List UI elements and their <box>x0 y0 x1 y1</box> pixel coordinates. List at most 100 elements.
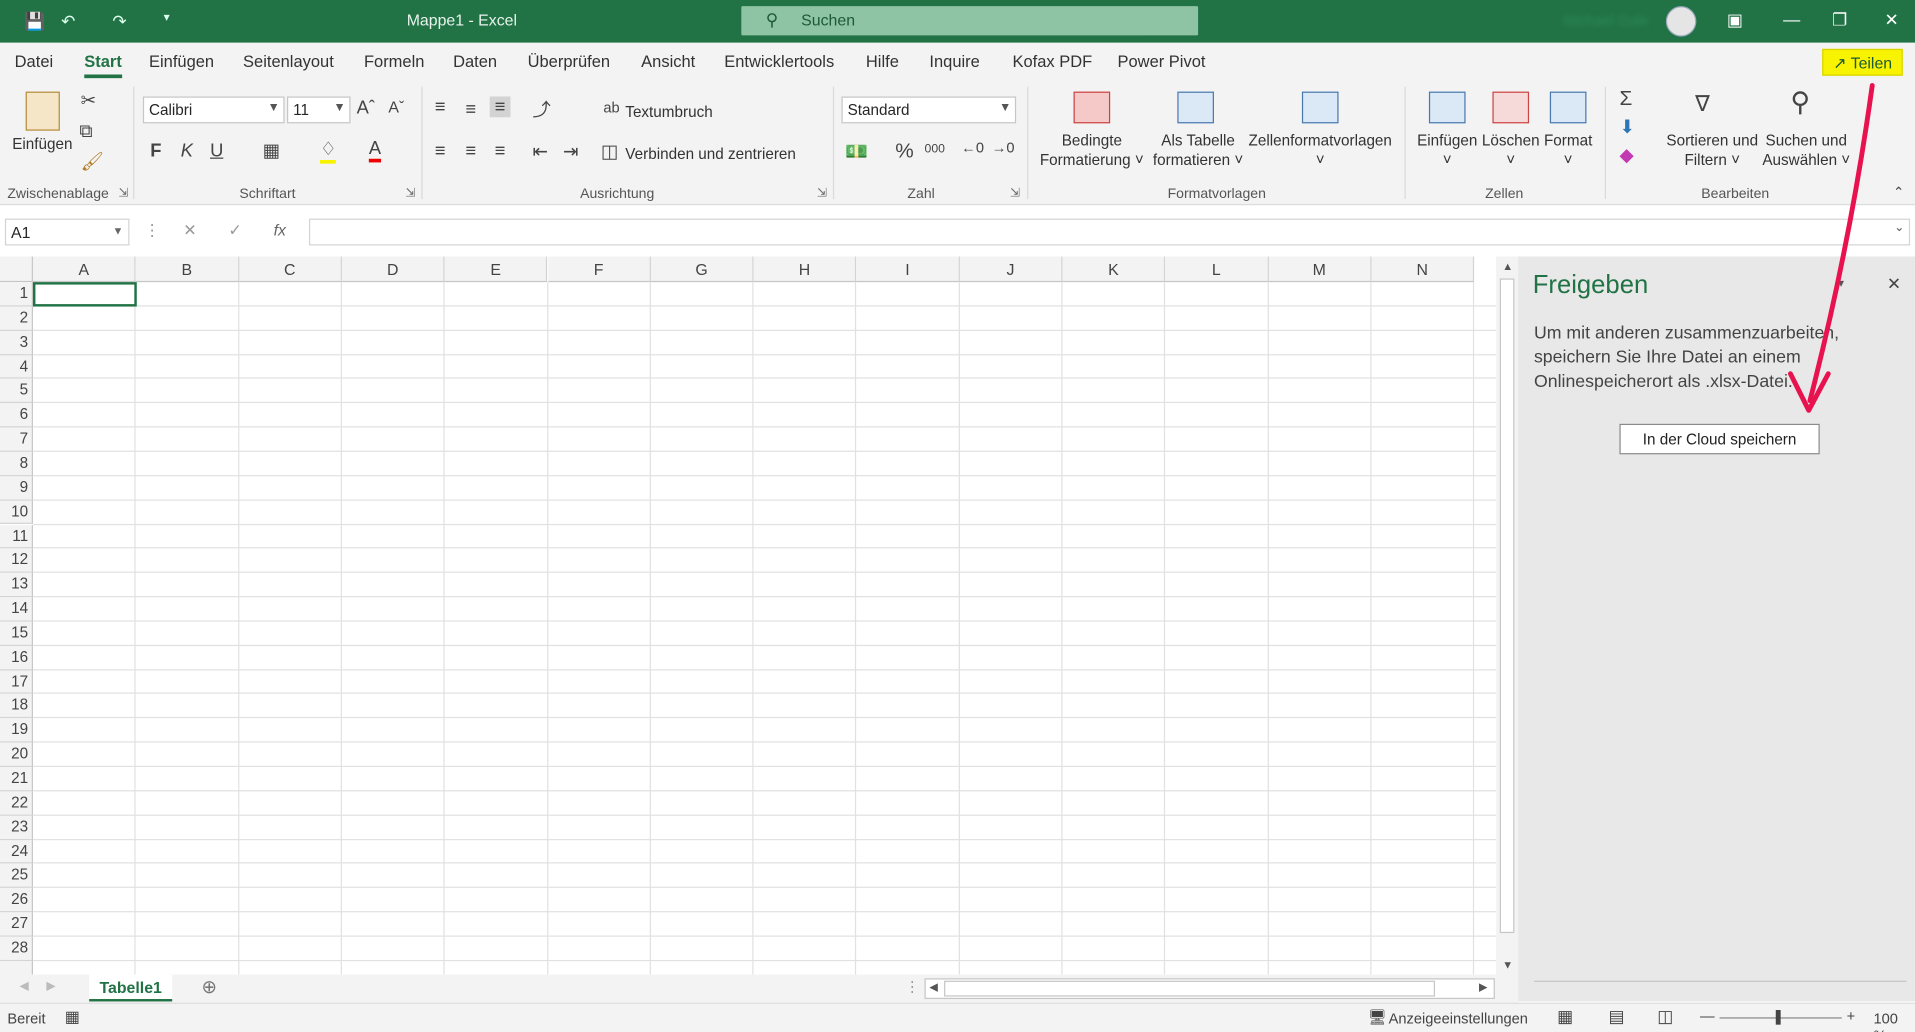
zoom-in-icon[interactable]: + <box>1847 1008 1856 1025</box>
column-header-e[interactable]: E <box>444 256 548 283</box>
fill-color-icon[interactable]: ♢ <box>319 138 337 164</box>
cut-icon[interactable]: ✂ <box>81 89 96 111</box>
scroll-left-icon[interactable]: ◀ <box>929 981 937 994</box>
tab-start[interactable]: Start <box>84 53 122 79</box>
align-right-icon[interactable]: ≡ <box>495 140 506 161</box>
customize-qat-icon[interactable]: ▾ <box>164 11 170 24</box>
row-header[interactable]: 1 <box>0 282 33 307</box>
add-sheet-icon[interactable]: ⊕ <box>202 976 217 998</box>
select-all-corner[interactable] <box>0 256 33 283</box>
tab-kofax-pdf[interactable]: Kofax PDF <box>1012 53 1092 71</box>
horizontal-scrollbar[interactable]: ◀ ▶ <box>924 978 1495 1000</box>
row-header[interactable]: 20 <box>0 742 33 767</box>
ribbon-display-icon[interactable]: ▣ <box>1727 10 1743 31</box>
scroll-thumb[interactable] <box>944 980 1436 997</box>
column-header-a[interactable]: A <box>32 256 136 283</box>
tab-entwicklertools[interactable]: Entwicklertools <box>724 53 834 71</box>
minimize-icon[interactable]: — <box>1783 10 1800 30</box>
row-header[interactable]: 14 <box>0 597 33 622</box>
column-header-l[interactable]: L <box>1165 256 1269 283</box>
row-header[interactable]: 27 <box>0 912 33 937</box>
grow-font-icon[interactable]: Aˆ <box>357 98 375 119</box>
clear-icon[interactable]: ◆ <box>1619 144 1633 166</box>
shrink-font-icon[interactable]: Aˇ <box>388 98 404 116</box>
wrap-text-button[interactable]: Textumbruch <box>625 103 712 123</box>
align-top-icon[interactable]: ≡ <box>435 96 446 117</box>
scroll-down-icon[interactable]: ▼ <box>1502 959 1513 971</box>
tab-datei[interactable]: Datei <box>15 53 53 71</box>
row-header[interactable]: 12 <box>0 548 33 574</box>
page-layout-view-icon[interactable]: ▤ <box>1608 1006 1624 1027</box>
column-header-c[interactable]: C <box>238 256 342 283</box>
insert-cells-button[interactable]: Einfügen ˅ <box>1414 131 1480 170</box>
tab-ansicht[interactable]: Ansicht <box>641 53 695 71</box>
dialog-launcher-icon[interactable]: ⇲ <box>118 187 128 200</box>
vertical-scrollbar[interactable]: ▲ ▼ <box>1496 256 1519 978</box>
expand-formula-icon[interactable]: ⌄ <box>1894 221 1904 234</box>
font-color-icon[interactable]: A <box>368 138 382 163</box>
row-header[interactable]: 13 <box>0 573 33 598</box>
tab-einfuegen[interactable]: Einfügen <box>149 53 214 71</box>
close-icon[interactable]: ✕ <box>1884 10 1898 31</box>
tab-seitenlayout[interactable]: Seitenlayout <box>243 53 334 71</box>
autosum-icon[interactable]: Σ <box>1619 87 1632 111</box>
decrease-decimal-icon[interactable]: →0 <box>992 139 1015 156</box>
collapse-ribbon-icon[interactable]: ⌃ <box>1893 184 1904 201</box>
scroll-up-icon[interactable]: ▲ <box>1502 260 1513 272</box>
row-header[interactable]: 6 <box>0 403 33 428</box>
italic-button[interactable]: K <box>181 140 193 161</box>
undo-icon[interactable]: ↶ <box>61 11 75 32</box>
restore-icon[interactable]: ❐ <box>1832 10 1847 31</box>
row-header[interactable]: 28 <box>0 936 33 961</box>
tab-inquire[interactable]: Inquire <box>929 53 979 71</box>
align-middle-icon[interactable]: ≡ <box>465 99 476 120</box>
underline-button[interactable]: U <box>210 140 223 161</box>
name-box[interactable]: A1 ▼ <box>4 218 130 246</box>
sort-filter-button[interactable]: Sortieren und Filtern ˅ <box>1663 131 1761 170</box>
split-handle-icon[interactable]: ⋮ <box>905 978 920 995</box>
save-icon[interactable]: 💾 <box>24 11 45 32</box>
dialog-launcher-icon[interactable]: ⇲ <box>1010 187 1020 200</box>
row-header[interactable]: 8 <box>0 451 33 477</box>
percent-button[interactable]: % <box>895 139 913 163</box>
zoom-level[interactable]: 100 % <box>1873 1010 1915 1032</box>
row-header[interactable]: 21 <box>0 766 33 792</box>
copy-icon[interactable]: ⧉ <box>79 121 92 142</box>
column-header-d[interactable]: D <box>341 256 445 283</box>
search-box[interactable]: ⚲ Suchen <box>741 6 1199 36</box>
tab-hilfe[interactable]: Hilfe <box>866 53 899 71</box>
tab-power-pivot[interactable]: Power Pivot <box>1117 53 1205 71</box>
display-settings-button[interactable]: Anzeigeeinstellungen <box>1389 1010 1528 1027</box>
row-header[interactable]: 2 <box>0 306 33 331</box>
column-header-j[interactable]: J <box>959 256 1063 283</box>
pane-options-icon[interactable]: ▾ <box>1838 277 1844 290</box>
page-break-view-icon[interactable]: ◫ <box>1657 1006 1673 1027</box>
row-header[interactable]: 4 <box>0 354 33 380</box>
row-header[interactable]: 5 <box>0 379 33 404</box>
close-icon[interactable]: ✕ <box>1887 274 1901 295</box>
scroll-thumb[interactable] <box>1499 278 1515 934</box>
dialog-launcher-icon[interactable]: ⇲ <box>405 187 415 200</box>
row-header[interactable]: 9 <box>0 476 33 501</box>
normal-view-icon[interactable]: ▦ <box>1557 1006 1573 1027</box>
row-header[interactable]: 26 <box>0 888 33 913</box>
cancel-icon[interactable]: ✕ <box>183 221 196 241</box>
next-sheet-icon[interactable]: ▶ <box>46 979 55 992</box>
align-center-icon[interactable]: ≡ <box>465 140 476 161</box>
column-header-i[interactable]: I <box>856 256 960 283</box>
row-header[interactable]: 18 <box>0 694 33 719</box>
row-header[interactable]: 16 <box>0 645 33 670</box>
row-header[interactable]: 25 <box>0 863 33 889</box>
column-header-m[interactable]: M <box>1268 256 1372 283</box>
row-header[interactable]: 7 <box>0 427 33 452</box>
row-header[interactable]: 3 <box>0 330 33 355</box>
increase-indent-icon[interactable]: ⇥ <box>563 140 578 163</box>
redo-icon[interactable]: ↷ <box>112 11 126 32</box>
orientation-icon[interactable]: ⤴ <box>532 96 550 122</box>
format-as-table-button[interactable]: Als Tabelle formatieren ˅ <box>1148 131 1248 170</box>
borders-icon[interactable]: ▦ <box>263 139 280 161</box>
align-left-icon[interactable]: ≡ <box>435 140 446 161</box>
zoom-out-icon[interactable]: — <box>1700 1008 1715 1025</box>
macro-recording-icon[interactable]: ▦ <box>65 1008 80 1028</box>
fill-icon[interactable]: ⬇ <box>1619 116 1634 138</box>
